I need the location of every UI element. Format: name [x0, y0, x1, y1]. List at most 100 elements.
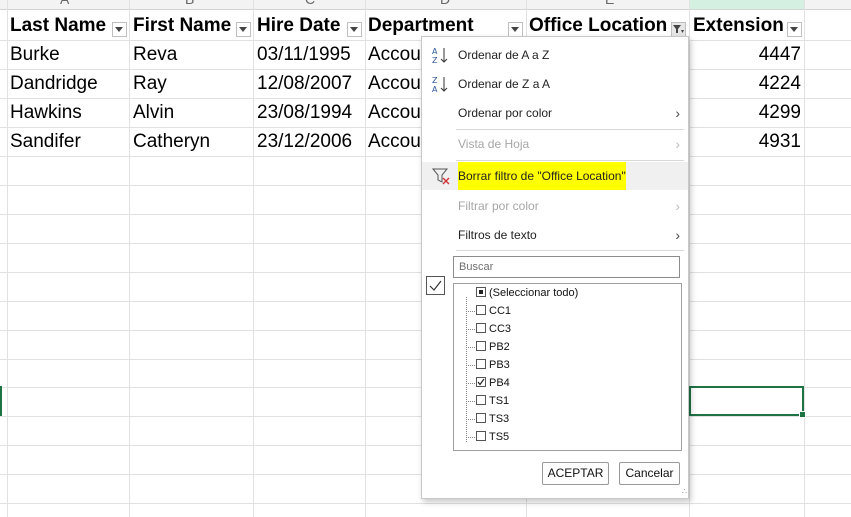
pb4-checkbox[interactable] [476, 377, 486, 387]
filter-option-cc3[interactable]: CC3 [454, 320, 679, 338]
menu-clear-filter[interactable]: Borrar filtro de "Office Location" [422, 162, 688, 190]
filter-items-checkbox[interactable] [426, 276, 445, 295]
svg-text:Z: Z [432, 56, 438, 64]
column-letter-e[interactable]: E [605, 0, 614, 7]
cell-extension[interactable]: 4299 [690, 99, 801, 127]
column-letter-b[interactable]: B [185, 0, 194, 7]
cell-hire-date[interactable]: 12/08/2007 [257, 70, 363, 98]
cell-extension[interactable]: 4224 [690, 70, 801, 98]
filter-value-list[interactable]: (Seleccionar todo) CC1 CC3 PB2 PB3 PB4 T… [453, 283, 682, 451]
resize-grip-icon[interactable]: ∴ [682, 487, 687, 496]
filter-option-select-all[interactable]: (Seleccionar todo) [454, 284, 679, 302]
filter-dropdown-last-name[interactable] [112, 22, 127, 37]
filter-dropdown-department[interactable] [508, 22, 523, 37]
pb2-checkbox[interactable] [476, 341, 486, 351]
filter-option-label: PB3 [489, 359, 510, 371]
header-first-name[interactable]: First Name [133, 12, 233, 40]
cell-last-name[interactable]: Sandifer [10, 128, 125, 156]
svg-text:A: A [432, 47, 438, 56]
tree-connector [466, 383, 475, 384]
tree-connector [466, 311, 475, 312]
filter-option-label: TS1 [489, 395, 510, 407]
svg-text:Z: Z [432, 76, 438, 85]
cell-department[interactable]: Accou [368, 128, 421, 156]
clear-filter-icon [432, 168, 450, 185]
column-letter-a[interactable]: A [60, 0, 69, 7]
cell-extension[interactable]: 4447 [690, 41, 801, 69]
checkmark-icon [429, 280, 442, 291]
menu-filter-by-color: Filtrar por color › [422, 192, 688, 220]
filter-option-cc1[interactable]: CC1 [454, 302, 679, 320]
cc3-checkbox[interactable] [476, 323, 486, 333]
header-hire-date[interactable]: Hire Date [257, 12, 345, 40]
menu-sheet-view-label: Vista de Hoja [458, 137, 530, 151]
tree-connector [466, 365, 475, 366]
tree-connector [466, 329, 475, 330]
ts1-checkbox[interactable] [476, 395, 486, 405]
tree-connector [466, 419, 475, 420]
chevron-right-icon: › [675, 105, 680, 121]
cell-last-name[interactable]: Hawkins [10, 99, 125, 127]
filter-option-label: TS3 [489, 413, 510, 425]
column-letter-d[interactable]: D [440, 0, 450, 7]
filter-dropdown-extension[interactable] [787, 22, 802, 37]
filter-dropdown-office-location[interactable] [671, 22, 686, 37]
cell-hire-date[interactable]: 23/12/2006 [257, 128, 363, 156]
filter-search-input[interactable]: Buscar [453, 256, 680, 278]
menu-sort-z-to-a-label: Ordenar de Z a A [458, 77, 551, 91]
ts5-checkbox[interactable] [476, 431, 486, 441]
column-letter-c[interactable]: C [305, 0, 315, 7]
menu-sort-a-to-z[interactable]: A Z Ordenar de A a Z [422, 41, 688, 69]
filter-option-ts3[interactable]: TS3 [454, 410, 679, 428]
cell-department[interactable]: Accou [368, 70, 421, 98]
gridline-v [253, 0, 254, 517]
header-last-name[interactable]: Last Name [10, 12, 110, 40]
menu-sort-by-color[interactable]: Ordenar por color › [422, 99, 688, 127]
menu-filter-by-color-label: Filtrar por color [458, 199, 539, 213]
menu-clear-filter-label: Borrar filtro de "Office Location" [458, 162, 626, 190]
chevron-right-icon: › [675, 227, 680, 243]
menu-sort-a-to-z-label: Ordenar de A a Z [458, 48, 550, 62]
cell-first-name[interactable]: Reva [133, 41, 248, 69]
dropdown-arrow-icon [115, 27, 123, 32]
chevron-right-icon: › [675, 198, 680, 214]
menu-separator [456, 250, 684, 251]
ts3-checkbox[interactable] [476, 413, 486, 423]
cell-extension[interactable]: 4931 [690, 128, 801, 156]
sort-descending-icon: Z A [432, 76, 448, 93]
chevron-right-icon: › [675, 136, 680, 152]
filter-option-pb2[interactable]: PB2 [454, 338, 679, 356]
sort-ascending-icon: A Z [432, 47, 448, 64]
checkmark-icon [477, 378, 485, 386]
cancel-button[interactable]: Cancelar [619, 462, 680, 485]
pb3-checkbox[interactable] [476, 359, 486, 369]
menu-separator [456, 160, 684, 161]
active-row-marker [0, 386, 2, 416]
active-cell-selection[interactable] [689, 386, 806, 418]
filter-option-pb3[interactable]: PB3 [454, 356, 679, 374]
filter-option-ts5[interactable]: TS5 [454, 428, 679, 446]
cell-hire-date[interactable]: 03/11/1995 [257, 41, 363, 69]
cc1-checkbox[interactable] [476, 305, 486, 315]
cell-first-name[interactable]: Alvin [133, 99, 248, 127]
menu-text-filters-label: Filtros de texto [458, 228, 537, 242]
fill-handle[interactable] [799, 411, 806, 418]
cell-department[interactable]: Accou [368, 41, 421, 69]
menu-text-filters[interactable]: Filtros de texto › [422, 221, 688, 249]
filter-dropdown-hire-date[interactable] [347, 22, 362, 37]
gridline-v [129, 0, 130, 517]
cell-last-name[interactable]: Burke [10, 41, 125, 69]
filter-dropdown-first-name[interactable] [236, 22, 251, 37]
filter-option-pb4[interactable]: PB4 [454, 374, 679, 392]
cell-first-name[interactable]: Catheryn [133, 128, 248, 156]
cell-hire-date[interactable]: 23/08/1994 [257, 99, 363, 127]
ok-button[interactable]: ACEPTAR [542, 462, 609, 485]
cell-first-name[interactable]: Ray [133, 70, 248, 98]
header-extension[interactable]: Extension [693, 12, 788, 40]
cell-last-name[interactable]: Dandridge [10, 70, 125, 98]
menu-sort-z-to-a[interactable]: Z A Ordenar de Z a A [422, 70, 688, 98]
column-header-strip[interactable]: A B C D E [0, 0, 851, 10]
cell-department[interactable]: Accou [368, 99, 421, 127]
filter-option-ts1[interactable]: TS1 [454, 392, 679, 410]
select-all-checkbox[interactable] [476, 287, 486, 297]
